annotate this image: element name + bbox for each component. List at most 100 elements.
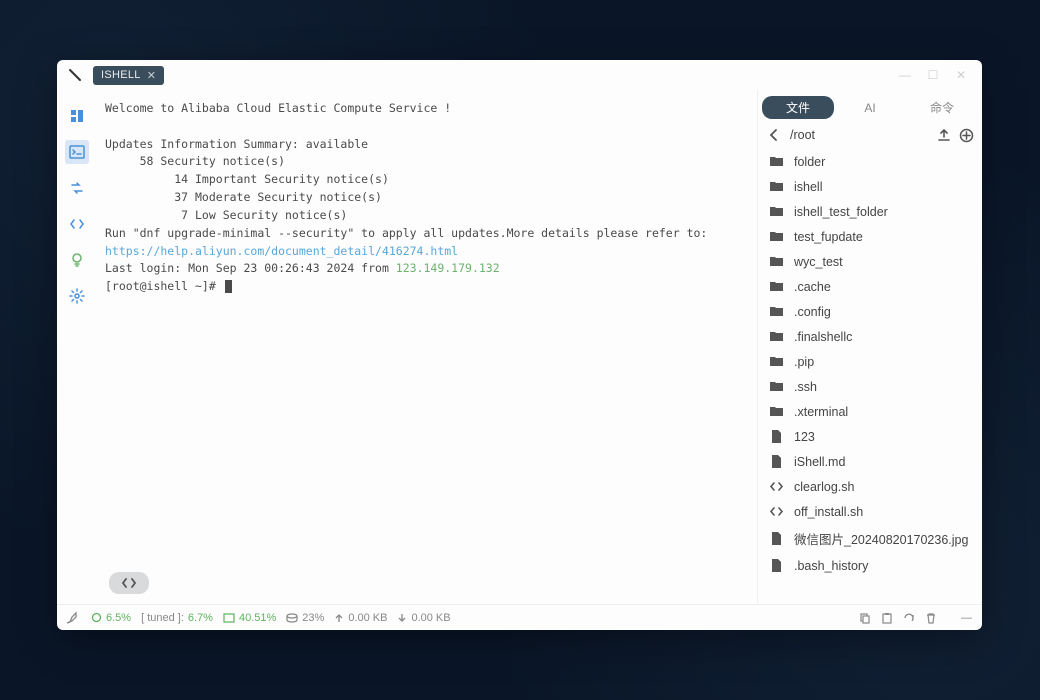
term-ip: 123.149.179.132 bbox=[396, 261, 500, 275]
folder-icon bbox=[768, 354, 784, 369]
file-row[interactable]: .bash_history bbox=[758, 553, 982, 578]
down-value: 0.00 KB bbox=[411, 612, 450, 624]
cursor-icon bbox=[225, 280, 232, 293]
add-icon[interactable] bbox=[959, 128, 974, 143]
file-name: .xterminal bbox=[794, 405, 848, 419]
rocket-icon[interactable] bbox=[67, 611, 81, 625]
file-row[interactable]: ishell bbox=[758, 174, 982, 199]
file-name: .pip bbox=[794, 355, 814, 369]
file-name: 123 bbox=[794, 430, 815, 444]
code-snippet-button[interactable] bbox=[109, 572, 149, 594]
tuned-value: 6.7% bbox=[188, 612, 213, 624]
file-icon bbox=[768, 454, 784, 469]
folder-icon bbox=[768, 279, 784, 294]
arrow-down-icon bbox=[397, 613, 407, 623]
app-window: ISHELL ✕ — ☐ ✕ bbox=[57, 60, 982, 630]
back-icon[interactable] bbox=[766, 127, 782, 143]
stat-tuned: [ tuned ]: 6.7% bbox=[141, 612, 213, 624]
file-row[interactable]: .config bbox=[758, 299, 982, 324]
file-row[interactable]: iShell.md bbox=[758, 449, 982, 474]
up-value: 0.00 KB bbox=[348, 612, 387, 624]
file-name: folder bbox=[794, 155, 825, 169]
file-name: .config bbox=[794, 305, 831, 319]
session-tab[interactable]: ISHELL ✕ bbox=[93, 66, 164, 85]
file-name: .ssh bbox=[794, 380, 817, 394]
path-row: /root bbox=[758, 123, 982, 147]
file-row[interactable]: .xterminal bbox=[758, 399, 982, 424]
term-link[interactable]: https://help.aliyun.com/document_detail/… bbox=[105, 244, 458, 258]
right-panel: 文件 AI 命令 /root folder ishell ishell_test_f… bbox=[757, 90, 982, 604]
file-row[interactable]: folder bbox=[758, 149, 982, 174]
file-row[interactable]: .pip bbox=[758, 349, 982, 374]
code-icon bbox=[768, 504, 784, 519]
file-list[interactable]: folder ishell ishell_test_folder test_fupda… bbox=[758, 147, 982, 604]
file-name: clearlog.sh bbox=[794, 480, 854, 494]
file-row[interactable]: 123 bbox=[758, 424, 982, 449]
arrow-up-icon bbox=[334, 613, 344, 623]
trash-icon[interactable] bbox=[925, 612, 937, 624]
term-imp: 14 Important Security notice(s) bbox=[105, 172, 389, 186]
file-name: ishell_test_folder bbox=[794, 205, 888, 219]
file-name: iShell.md bbox=[794, 455, 845, 469]
file-row[interactable]: clearlog.sh bbox=[758, 474, 982, 499]
file-name: 微信图片_20240820170236.jpg bbox=[794, 529, 968, 548]
sidebar-bulb-icon[interactable] bbox=[65, 248, 89, 272]
right-tabs: 文件 AI 命令 bbox=[758, 90, 982, 123]
terminal-output[interactable]: Welcome to Alibaba Cloud Elastic Compute… bbox=[97, 90, 757, 604]
term-mod: 37 Moderate Security notice(s) bbox=[105, 190, 382, 204]
left-sidebar bbox=[57, 90, 97, 604]
sidebar-dashboard-icon[interactable] bbox=[65, 104, 89, 128]
file-name: .finalshellc bbox=[794, 330, 852, 344]
tab-ai[interactable]: AI bbox=[834, 98, 906, 118]
sidebar-code-icon[interactable] bbox=[65, 212, 89, 236]
maximize-icon[interactable]: ☐ bbox=[926, 68, 940, 82]
folder-icon bbox=[768, 229, 784, 244]
statusbar: 6.5% [ tuned ]: 6.7% 40.51% 23% 0.00 KB … bbox=[57, 604, 982, 630]
term-prompt: [root@ishell ~]# bbox=[105, 279, 223, 293]
folder-icon bbox=[768, 379, 784, 394]
folder-icon bbox=[768, 404, 784, 419]
folder-icon bbox=[768, 154, 784, 169]
terminal-panel: Welcome to Alibaba Cloud Elastic Compute… bbox=[97, 90, 757, 604]
folder-icon bbox=[768, 179, 784, 194]
stat-up: 0.00 KB bbox=[334, 612, 387, 624]
file-row[interactable]: .ssh bbox=[758, 374, 982, 399]
tab-label: ISHELL bbox=[101, 69, 141, 81]
app-logo-icon bbox=[63, 63, 87, 87]
file-row[interactable]: test_fupdate bbox=[758, 224, 982, 249]
file-row[interactable]: wyc_test bbox=[758, 249, 982, 274]
sidebar-transfer-icon[interactable] bbox=[65, 176, 89, 200]
file-row[interactable]: off_install.sh bbox=[758, 499, 982, 524]
sidebar-terminal-icon[interactable] bbox=[65, 140, 89, 164]
close-window-icon[interactable]: ✕ bbox=[954, 68, 968, 82]
stat-disk: 23% bbox=[286, 612, 324, 624]
sidebar-gear-icon[interactable] bbox=[65, 284, 89, 308]
copy-icon[interactable] bbox=[859, 612, 871, 624]
upload-icon[interactable] bbox=[937, 128, 951, 142]
titlebar: ISHELL ✕ — ☐ ✕ bbox=[57, 60, 982, 90]
window-controls: — ☐ ✕ bbox=[898, 68, 976, 82]
stat-mem: 40.51% bbox=[223, 612, 276, 624]
file-row[interactable]: 微信图片_20240820170236.jpg bbox=[758, 524, 982, 553]
file-name: ishell bbox=[794, 180, 823, 194]
tab-files[interactable]: 文件 bbox=[762, 96, 834, 119]
file-row[interactable]: ishell_test_folder bbox=[758, 199, 982, 224]
file-icon bbox=[768, 429, 784, 444]
paste-icon[interactable] bbox=[881, 612, 893, 624]
term-low: 7 Low Security notice(s) bbox=[105, 208, 347, 222]
file-row[interactable]: .finalshellc bbox=[758, 324, 982, 349]
stat-down: 0.00 KB bbox=[397, 612, 450, 624]
file-name: .cache bbox=[794, 280, 831, 294]
term-welcome: Welcome to Alibaba Cloud Elastic Compute… bbox=[105, 101, 451, 115]
mem-icon bbox=[223, 613, 235, 623]
minimize-icon[interactable]: — bbox=[898, 68, 912, 82]
refresh-icon[interactable] bbox=[903, 612, 915, 624]
file-icon bbox=[768, 558, 784, 573]
stat-cpu: 6.5% bbox=[91, 612, 131, 624]
file-name: off_install.sh bbox=[794, 505, 863, 519]
term-lastlogin: Last login: Mon Sep 23 00:26:43 2024 fro… bbox=[105, 261, 396, 275]
tab-cmd[interactable]: 命令 bbox=[906, 96, 978, 119]
minus-icon[interactable]: — bbox=[961, 612, 972, 624]
file-row[interactable]: .cache bbox=[758, 274, 982, 299]
close-icon[interactable]: ✕ bbox=[147, 69, 157, 82]
